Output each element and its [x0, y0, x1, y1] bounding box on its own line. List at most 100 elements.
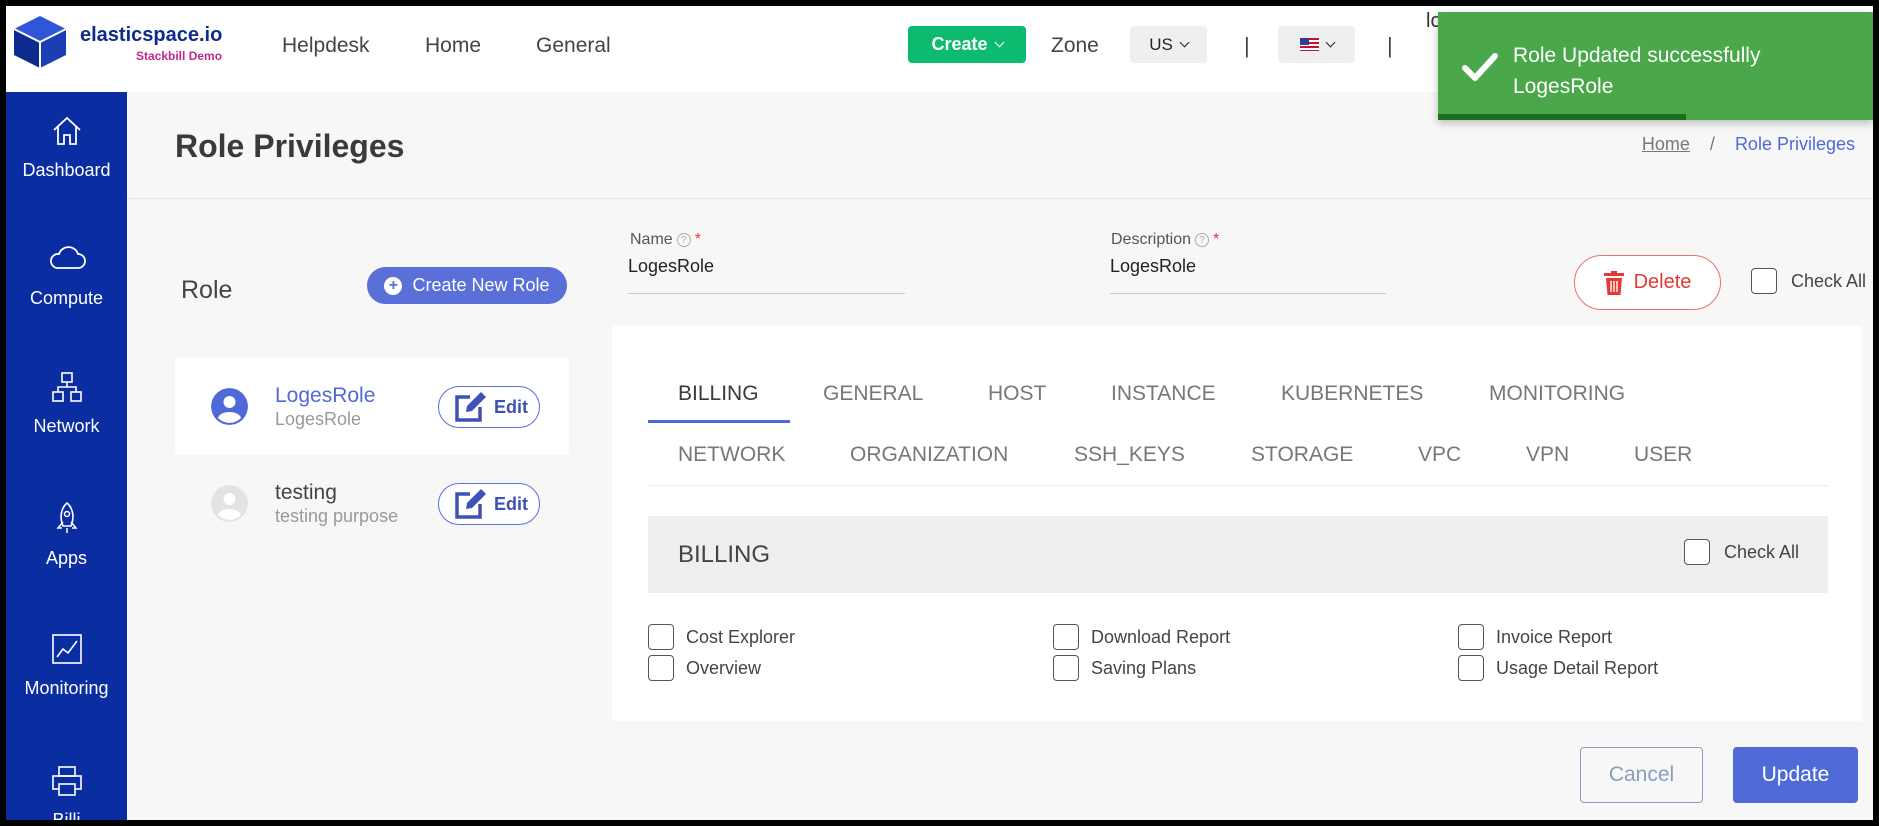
cancel-button[interactable]: Cancel — [1580, 747, 1703, 803]
create-new-role-button[interactable]: + Create New Role — [367, 267, 567, 304]
sidebar-item-network[interactable]: Network — [6, 370, 127, 437]
help-icon[interactable]: ? — [1195, 233, 1210, 247]
create-dropdown-button[interactable]: Create — [908, 26, 1026, 63]
chevron-down-icon — [1325, 37, 1335, 48]
required-mark: * — [694, 231, 701, 248]
language-select[interactable] — [1278, 26, 1355, 63]
tab-divider — [648, 485, 1828, 486]
tab-vpc[interactable]: VPC — [1418, 443, 1461, 467]
brand-logo[interactable]: elasticspace.io Stackbill Demo — [10, 12, 250, 70]
sidebar: Dashboard Compute Network Apps Monitorin… — [6, 92, 127, 820]
permission-checkbox[interactable]: Cost Explorer — [648, 624, 795, 650]
role-list-item[interactable]: testing testing purpose Edit — [175, 455, 569, 552]
permission-label: Overview — [686, 657, 762, 678]
delete-role-button[interactable]: Delete — [1574, 255, 1721, 310]
permission-label: Saving Plans — [1091, 657, 1197, 678]
nav-link-home[interactable]: Home — [425, 34, 481, 58]
success-toast[interactable]: Role Updated successfully LogesRole — [1438, 12, 1873, 120]
nav-link-general[interactable]: General — [536, 34, 611, 58]
sidebar-item-compute[interactable]: Compute — [6, 242, 127, 309]
sidebar-item-label: Monitoring — [24, 678, 109, 698]
brand-title: elasticspace.io — [80, 24, 223, 46]
check-all-section[interactable]: Check All — [1684, 539, 1799, 565]
tab-monitoring[interactable]: MONITORING — [1489, 382, 1625, 406]
tab-instance[interactable]: INSTANCE — [1111, 382, 1216, 406]
name-label-text: Name — [630, 231, 673, 248]
breadcrumb-home-link[interactable]: Home — [1642, 134, 1690, 155]
permission-checkbox[interactable]: Overview — [648, 655, 761, 681]
checkbox[interactable] — [1458, 655, 1484, 681]
tab-kubernetes[interactable]: KUBERNETES — [1281, 382, 1423, 406]
tab-network[interactable]: NETWORK — [678, 443, 785, 467]
active-tab-indicator — [648, 420, 790, 423]
checkbox[interactable] — [1684, 539, 1710, 565]
edit-label: Edit — [494, 493, 528, 514]
app-window: elasticspace.io Stackbill Demo Helpdesk … — [6, 6, 1873, 820]
delete-label: Delete — [1633, 271, 1692, 293]
permission-checkbox[interactable]: Invoice Report — [1458, 624, 1612, 650]
role-description: LogesRole — [275, 409, 362, 429]
checkbox[interactable] — [1458, 624, 1484, 650]
edit-role-button[interactable]: Edit — [438, 483, 540, 525]
description-label: Description ? * — [1111, 231, 1219, 249]
tab-vpn[interactable]: VPN — [1526, 443, 1569, 467]
required-mark: * — [1213, 231, 1220, 248]
tab-billing[interactable]: BILLING — [678, 382, 759, 406]
help-icon[interactable]: ? — [676, 233, 691, 247]
permission-label: Cost Explorer — [686, 626, 796, 647]
tab-ssh-keys[interactable]: SSH_KEYS — [1074, 443, 1185, 467]
home-icon — [52, 116, 81, 145]
plus-circle-icon: + — [384, 276, 403, 295]
tab-host[interactable]: HOST — [988, 382, 1046, 406]
check-all-label: Check All — [1791, 270, 1867, 291]
checkbox[interactable] — [648, 655, 674, 681]
checkbox[interactable] — [1053, 655, 1079, 681]
user-avatar-icon — [211, 485, 248, 522]
sidebar-item-billing[interactable]: Billi — [6, 764, 127, 820]
check-all-global[interactable]: Check All — [1751, 268, 1866, 294]
page-title: Role Privileges — [175, 128, 405, 164]
nav-link-helpdesk[interactable]: Helpdesk — [282, 34, 370, 58]
tab-general[interactable]: GENERAL — [823, 382, 923, 406]
sidebar-item-dashboard[interactable]: Dashboard — [6, 114, 127, 181]
create-role-label: Create New Role — [412, 275, 550, 295]
toast-message: Role Updated successfully LogesRole — [1513, 40, 1760, 102]
sidebar-item-monitoring[interactable]: Monitoring — [6, 632, 127, 699]
toast-line: Role Updated successfully — [1513, 44, 1761, 67]
zone-value: US — [1149, 34, 1173, 54]
brand-subtitle: Stackbill Demo — [136, 49, 223, 63]
name-field[interactable]: LogesRole — [628, 254, 905, 294]
breadcrumb-current: Role Privileges — [1734, 134, 1855, 154]
chevron-down-icon — [1179, 37, 1190, 48]
trash-icon — [1603, 270, 1624, 295]
checkbox[interactable] — [648, 624, 674, 650]
permission-checkbox[interactable]: Saving Plans — [1053, 655, 1196, 681]
zone-select[interactable]: US — [1130, 26, 1207, 63]
permission-label: Download Report — [1091, 626, 1231, 647]
role-description: testing purpose — [275, 506, 399, 526]
network-icon — [51, 372, 82, 402]
section-header: BILLING Check All — [648, 516, 1828, 593]
update-button[interactable]: Update — [1733, 747, 1858, 803]
role-heading: Role — [181, 276, 233, 304]
sidebar-item-label: Compute — [29, 288, 104, 308]
breadcrumb: Home / Role Privileges — [1642, 134, 1855, 155]
checkbox[interactable] — [1053, 624, 1079, 650]
sidebar-item-label: Billi — [52, 810, 81, 820]
role-name: testing — [275, 481, 337, 504]
permission-checkbox[interactable]: Usage Detail Report — [1458, 655, 1658, 681]
cloud-icon — [49, 246, 86, 269]
separator: | — [1244, 33, 1250, 58]
description-field[interactable]: LogesRole — [1110, 254, 1386, 294]
edit-role-button[interactable]: Edit — [438, 386, 540, 428]
tab-user[interactable]: USER — [1634, 443, 1692, 467]
chart-icon — [51, 634, 82, 664]
sidebar-item-apps[interactable]: Apps — [6, 500, 127, 569]
permission-checkbox[interactable]: Download Report — [1053, 624, 1230, 650]
checkbox[interactable] — [1751, 268, 1777, 294]
us-flag-icon — [1299, 38, 1319, 51]
tab-storage[interactable]: STORAGE — [1251, 443, 1353, 467]
role-list-item[interactable]: LogesRole LogesRole Edit — [175, 358, 569, 455]
description-label-text: Description — [1111, 231, 1192, 248]
tab-organization[interactable]: ORGANIZATION — [850, 443, 1008, 467]
